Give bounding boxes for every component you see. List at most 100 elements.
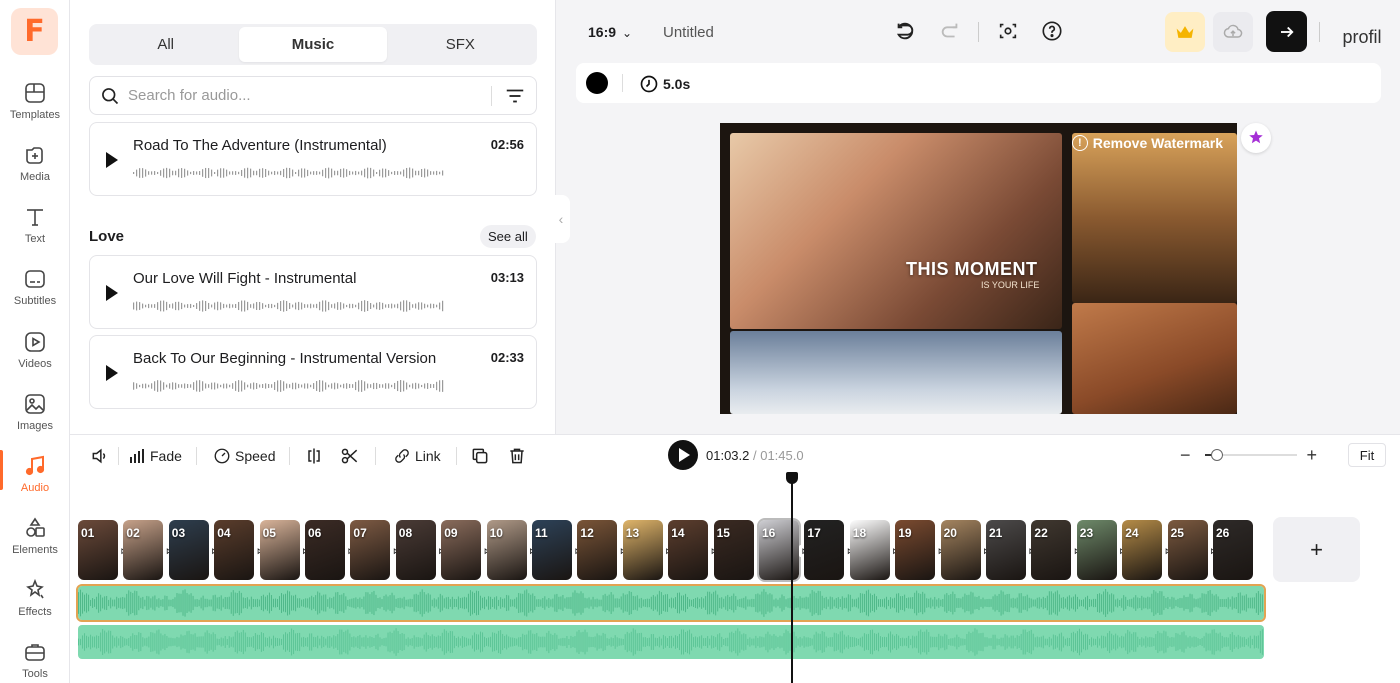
zoom-in-button[interactable]: + (1307, 445, 1318, 466)
fade-button[interactable]: Fade (130, 445, 182, 467)
clip-thumbnail[interactable]: 18 (850, 520, 890, 580)
duplicate-button[interactable] (470, 445, 494, 467)
clip-thumbnail[interactable]: 08 (396, 520, 436, 580)
playhead[interactable] (791, 474, 793, 683)
background-color-swatch[interactable] (586, 72, 608, 94)
clip-thumbnail[interactable]: 01 (78, 520, 118, 580)
sidebar-item-media[interactable]: Media (0, 143, 70, 203)
filter-icon[interactable] (504, 85, 526, 107)
sidebar-item-videos[interactable]: Videos (0, 330, 70, 390)
clip-thumbnail[interactable]: 03 (169, 520, 209, 580)
track-title: Back To Our Beginning - Instrumental Ver… (133, 350, 436, 367)
clip-thumbnail[interactable]: 11 (532, 520, 572, 580)
app-logo[interactable]: F (11, 8, 58, 55)
export-button[interactable] (1266, 11, 1307, 52)
fit-button[interactable]: Fit (1348, 443, 1386, 467)
clip-number: 15 (717, 526, 730, 540)
clip-thumbnail[interactable]: 15 (714, 520, 754, 580)
aspect-ratio-select[interactable]: 16:9⌄ (588, 24, 632, 40)
media-icon (23, 143, 47, 167)
clip-number: 25 (1171, 526, 1184, 540)
sidebar-item-tools[interactable]: Tools (0, 640, 70, 683)
clip-thumbnail[interactable]: 02 (123, 520, 163, 580)
clip-number: 17 (807, 526, 820, 540)
audio-track-item[interactable]: Our Love Will Fight - Instrumental 03:13 (89, 255, 537, 329)
clip-number: 26 (1216, 526, 1229, 540)
subtitles-icon (23, 267, 47, 291)
sidebar-item-effects[interactable]: Effects (0, 578, 70, 638)
help-button[interactable] (1039, 18, 1065, 44)
clip-thumbnail[interactable]: 14 (668, 520, 708, 580)
plus-icon: + (1310, 537, 1323, 563)
see-all-button[interactable]: See all (480, 225, 536, 248)
photo-frame (1072, 133, 1237, 303)
topbar-divider (978, 22, 979, 42)
document-title[interactable]: Untitled (663, 24, 714, 41)
record-icon (997, 20, 1019, 42)
video-clip-track: 01⋈02⋈03⋈04⋈05⋈06⋈07⋈08⋈09⋈10⋈11⋈12⋈13⋈1… (78, 520, 1264, 580)
clip-thumbnail[interactable]: 17 (804, 520, 844, 580)
collapse-panel-button[interactable]: ‹ (552, 195, 570, 243)
split-button[interactable] (304, 445, 328, 467)
link-button[interactable]: Link (393, 445, 441, 467)
zoom-out-button[interactable]: − (1180, 445, 1191, 466)
speed-button[interactable]: Speed (213, 445, 275, 467)
effects-icon (23, 578, 47, 602)
play-icon[interactable] (106, 365, 118, 381)
remove-watermark-button[interactable]: !Remove Watermark (1072, 135, 1223, 151)
sidebar-item-subtitles[interactable]: Subtitles (0, 267, 70, 327)
sidebar-item-images[interactable]: Images (0, 392, 70, 452)
clip-thumbnail[interactable]: 20 (941, 520, 981, 580)
playhead-handle[interactable] (786, 472, 798, 484)
tab-all[interactable]: All (92, 27, 239, 62)
add-clip-button[interactable]: + (1273, 517, 1360, 582)
clip-thumbnail[interactable]: 26 (1213, 520, 1253, 580)
clip-thumbnail[interactable]: 25 (1168, 520, 1208, 580)
clip-thumbnail[interactable]: 06 (305, 520, 345, 580)
delete-button[interactable] (507, 445, 531, 467)
tab-sfx[interactable]: SFX (387, 27, 534, 62)
upgrade-button[interactable] (1165, 12, 1205, 52)
clip-thumbnail[interactable]: 10 (487, 520, 527, 580)
sidebar-item-label: Text (25, 233, 45, 245)
audio-track-selected[interactable] (78, 586, 1264, 620)
volume-button[interactable] (90, 445, 114, 467)
sidebar-item-text[interactable]: Text (0, 205, 70, 265)
clip-thumbnail[interactable]: 05 (260, 520, 300, 580)
play-icon[interactable] (106, 285, 118, 301)
video-preview[interactable]: !Remove Watermark THIS MOMENT IS YOUR LI… (720, 123, 1237, 414)
screen-record-button[interactable] (995, 18, 1021, 44)
scene-duration[interactable]: 5.0s (639, 74, 690, 94)
ai-magic-button[interactable] (1241, 123, 1271, 153)
clip-thumbnail[interactable]: 19 (895, 520, 935, 580)
sidebar-item-audio[interactable]: Audio (0, 454, 70, 514)
toolbar-divider (622, 74, 623, 92)
sidebar-item-templates[interactable]: Templates (0, 81, 70, 141)
search-input[interactable] (128, 87, 479, 104)
clip-thumbnail[interactable]: 13 (623, 520, 663, 580)
cut-button[interactable] (340, 445, 364, 467)
audio-track-item[interactable]: Back To Our Beginning - Instrumental Ver… (89, 335, 537, 409)
redo-button[interactable] (937, 18, 963, 44)
clip-thumbnail[interactable]: 22 (1031, 520, 1071, 580)
clip-thumbnail[interactable]: 07 (350, 520, 390, 580)
clip-thumbnail[interactable]: 12 (577, 520, 617, 580)
avatar[interactable]: profil (1342, 14, 1382, 50)
zoom-slider[interactable] (1205, 454, 1297, 456)
undo-button[interactable] (892, 18, 918, 44)
tab-music[interactable]: Music (239, 27, 386, 62)
sidebar-item-elements[interactable]: Elements (0, 516, 70, 576)
clip-thumbnail[interactable]: 23 (1077, 520, 1117, 580)
toolbar-divider (289, 447, 290, 465)
clip-thumbnail[interactable]: 21 (986, 520, 1026, 580)
clip-thumbnail[interactable]: 16 (759, 520, 799, 580)
clip-thumbnail[interactable]: 09 (441, 520, 481, 580)
audio-track[interactable] (78, 625, 1264, 659)
cloud-save-button[interactable] (1213, 12, 1253, 52)
audio-track-item[interactable]: Road To The Adventure (Instrumental) 02:… (89, 122, 537, 196)
clip-thumbnail[interactable]: 04 (214, 520, 254, 580)
timeline-play-button[interactable] (668, 440, 698, 470)
play-icon[interactable] (106, 152, 118, 168)
zoom-slider-knob[interactable] (1211, 449, 1223, 461)
clip-thumbnail[interactable]: 24 (1122, 520, 1162, 580)
